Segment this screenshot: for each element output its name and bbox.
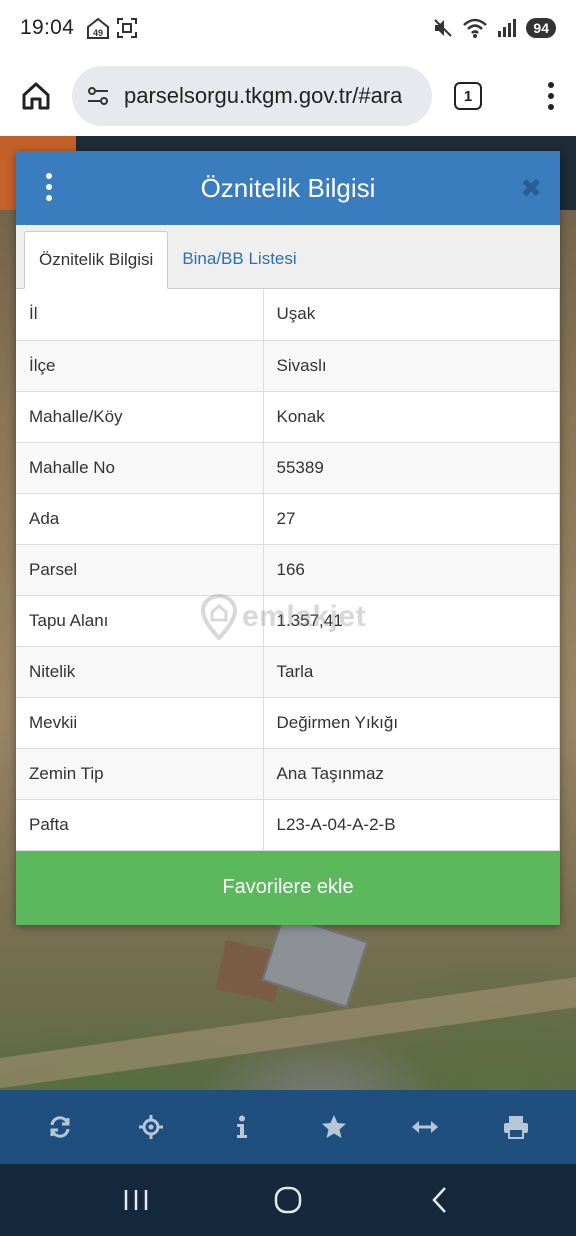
location-pin-icon [200,594,238,640]
row-value: Konak [263,391,560,443]
screen-capture-icon [116,17,138,39]
dot-icon [548,104,554,110]
refresh-button[interactable] [36,1103,84,1151]
tab-building-list[interactable]: Bina/BB Listesi [168,230,310,288]
row-value: L23-A-04-A-2-B [263,799,560,851]
tab-switcher-button[interactable]: 1 [454,82,482,110]
table-row: İlçe Sivaslı [16,340,560,392]
row-key: Mahalle/Köy [16,391,264,443]
row-value: Değirmen Yıkığı [263,697,560,749]
dot-icon [548,82,554,88]
row-value: Ana Taşınmaz [263,748,560,800]
row-key: İl [16,289,264,341]
status-left-icons: 49 [86,16,138,40]
locate-icon [138,1115,163,1139]
panel-title: Öznitelik Bilgisi [200,172,376,203]
refresh-icon [50,1116,70,1138]
recents-button[interactable] [106,1175,166,1225]
table-row: İl Uşak [16,289,560,341]
print-icon [504,1116,529,1139]
panel-tabs: Öznitelik Bilgisi Bina/BB Listesi [16,225,560,289]
panel-menu-button[interactable] [46,173,52,201]
watermark-text: emlakjet [242,600,367,633]
home-nav-button[interactable] [258,1175,318,1225]
row-key: Mevkii [16,697,264,749]
map-toolbar [0,1090,576,1164]
address-bar[interactable]: parselsorgu.tkgm.gov.tr/#ara [72,66,432,126]
home-button[interactable] [14,74,58,118]
row-value: Tarla [263,646,560,698]
dot-icon [46,184,52,190]
back-button[interactable] [410,1175,470,1225]
row-value: 55389 [263,442,560,494]
wifi-icon [462,17,488,39]
row-key: Zemin Tip [16,748,264,800]
table-row: Zemin Tip Ana Taşınmaz [16,748,560,800]
row-key: Ada [16,493,264,545]
add-to-favorites-button[interactable]: Favorilere ekle [16,850,560,925]
map-road [0,971,576,1090]
site-settings-icon[interactable] [84,82,112,110]
row-key: Pafta [16,799,264,851]
android-nav-bar [0,1164,576,1236]
tab-attribute-info[interactable]: Öznitelik Bilgisi [24,231,169,289]
home-icon [22,82,50,110]
dot-icon [548,93,554,99]
mute-icon [432,17,454,39]
row-key: İlçe [16,340,264,392]
dot-icon [46,195,52,201]
panel-header: Öznitelik Bilgisi ✖ [16,151,560,225]
info-button[interactable] [218,1103,266,1151]
row-key: Mahalle No [16,442,264,494]
back-icon [432,1187,446,1213]
table-row: Mahalle No 55389 [16,442,560,494]
table-row: Nitelik Tarla [16,646,560,698]
status-bar: 19:04 49 94 [0,0,576,56]
row-key: Parsel [16,544,264,596]
notif-count: 49 [93,28,103,38]
recents-icon [124,1190,148,1210]
row-key: Nitelik [16,646,264,698]
row-value: 166 [263,544,560,596]
measure-icon [411,1121,438,1133]
measure-button[interactable] [401,1103,449,1151]
close-icon[interactable]: ✖ [520,175,542,201]
browser-menu-button[interactable] [548,82,554,110]
dot-icon [46,173,52,179]
battery-icon: 94 [526,18,556,38]
row-value: Uşak [263,289,560,341]
photo-notification-icon: 49 [86,16,110,40]
row-value: Sivaslı [263,340,560,392]
status-right-icons: 94 [432,17,556,39]
table-row: Pafta L23-A-04-A-2-B [16,799,560,851]
table-row: Mahalle/Köy Konak [16,391,560,443]
favorites-button[interactable] [310,1103,358,1151]
table-row: Parsel 166 [16,544,560,596]
watermark: emlakjet [200,594,366,640]
attribute-info-panel: Öznitelik Bilgisi ✖ Öznitelik Bilgisi Bi… [16,151,560,925]
star-icon [321,1115,346,1138]
map-building [261,913,369,1009]
signal-icon [496,17,518,39]
print-button[interactable] [492,1103,540,1151]
attribute-table: İl Uşak İlçe Sivaslı Mahalle/Köy Konak Maha… [16,289,560,851]
locate-button[interactable] [127,1103,175,1151]
url-text: parselsorgu.tkgm.gov.tr/#ara [124,83,403,108]
table-row: Mevkii Değirmen Yıkığı [16,697,560,749]
home-circle-icon [274,1186,302,1214]
table-row: Ada 27 [16,493,560,545]
status-time: 19:04 [20,16,75,39]
row-value: 27 [263,493,560,545]
browser-bar: parselsorgu.tkgm.gov.tr/#ara 1 [0,56,576,136]
info-icon [237,1115,248,1138]
